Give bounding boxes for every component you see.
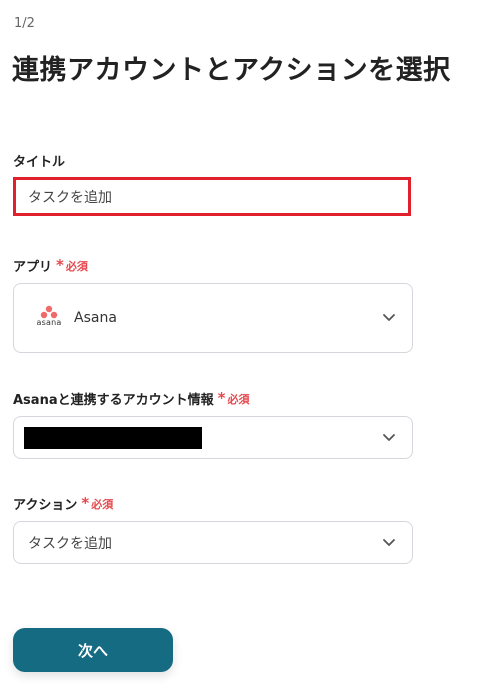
required-badge: * 必須 <box>218 391 250 407</box>
app-label-text: アプリ <box>13 260 53 275</box>
step-indicator: 1/2 <box>14 16 35 31</box>
selected-action: タスクを追加 <box>28 535 112 552</box>
next-button[interactable]: 次へ <box>13 628 173 672</box>
account-label-text: Asanaと連携するアカウント情報 <box>13 393 214 408</box>
required-text: 必須 <box>91 497 114 511</box>
chevron-down-icon <box>383 433 395 441</box>
action-label-text: アクション <box>13 498 78 513</box>
required-star-icon: * <box>217 389 226 407</box>
title-input[interactable] <box>13 177 411 216</box>
redacted-account-value <box>24 426 202 449</box>
account-select[interactable] <box>13 416 413 459</box>
required-text: 必須 <box>65 259 88 273</box>
required-badge: * 必須 <box>56 258 88 274</box>
selected-app-name: Asana <box>74 310 117 326</box>
page-title: 連携アカウントとアクションを選択 <box>12 55 451 86</box>
asana-logo-text: asana <box>36 318 62 327</box>
asana-dots-icon <box>40 305 58 319</box>
required-star-icon: * <box>56 256 64 274</box>
action-select[interactable]: タスクを追加 <box>13 521 413 564</box>
required-text: 必須 <box>227 392 250 406</box>
chevron-down-icon <box>383 538 395 546</box>
action-field-label: アクション * 必須 <box>13 494 113 514</box>
app-field-label: アプリ * 必須 <box>13 256 88 276</box>
app-select[interactable]: asana Asana <box>13 283 413 353</box>
account-field-label: Asanaと連携するアカウント情報 * 必須 <box>13 389 250 409</box>
required-star-icon: * <box>81 494 90 512</box>
asana-logo-icon: asana <box>34 305 64 331</box>
title-label-text: タイトル <box>13 155 66 170</box>
chevron-down-icon <box>383 314 395 321</box>
title-field-label: タイトル <box>13 151 65 170</box>
required-badge: * 必須 <box>81 496 113 512</box>
